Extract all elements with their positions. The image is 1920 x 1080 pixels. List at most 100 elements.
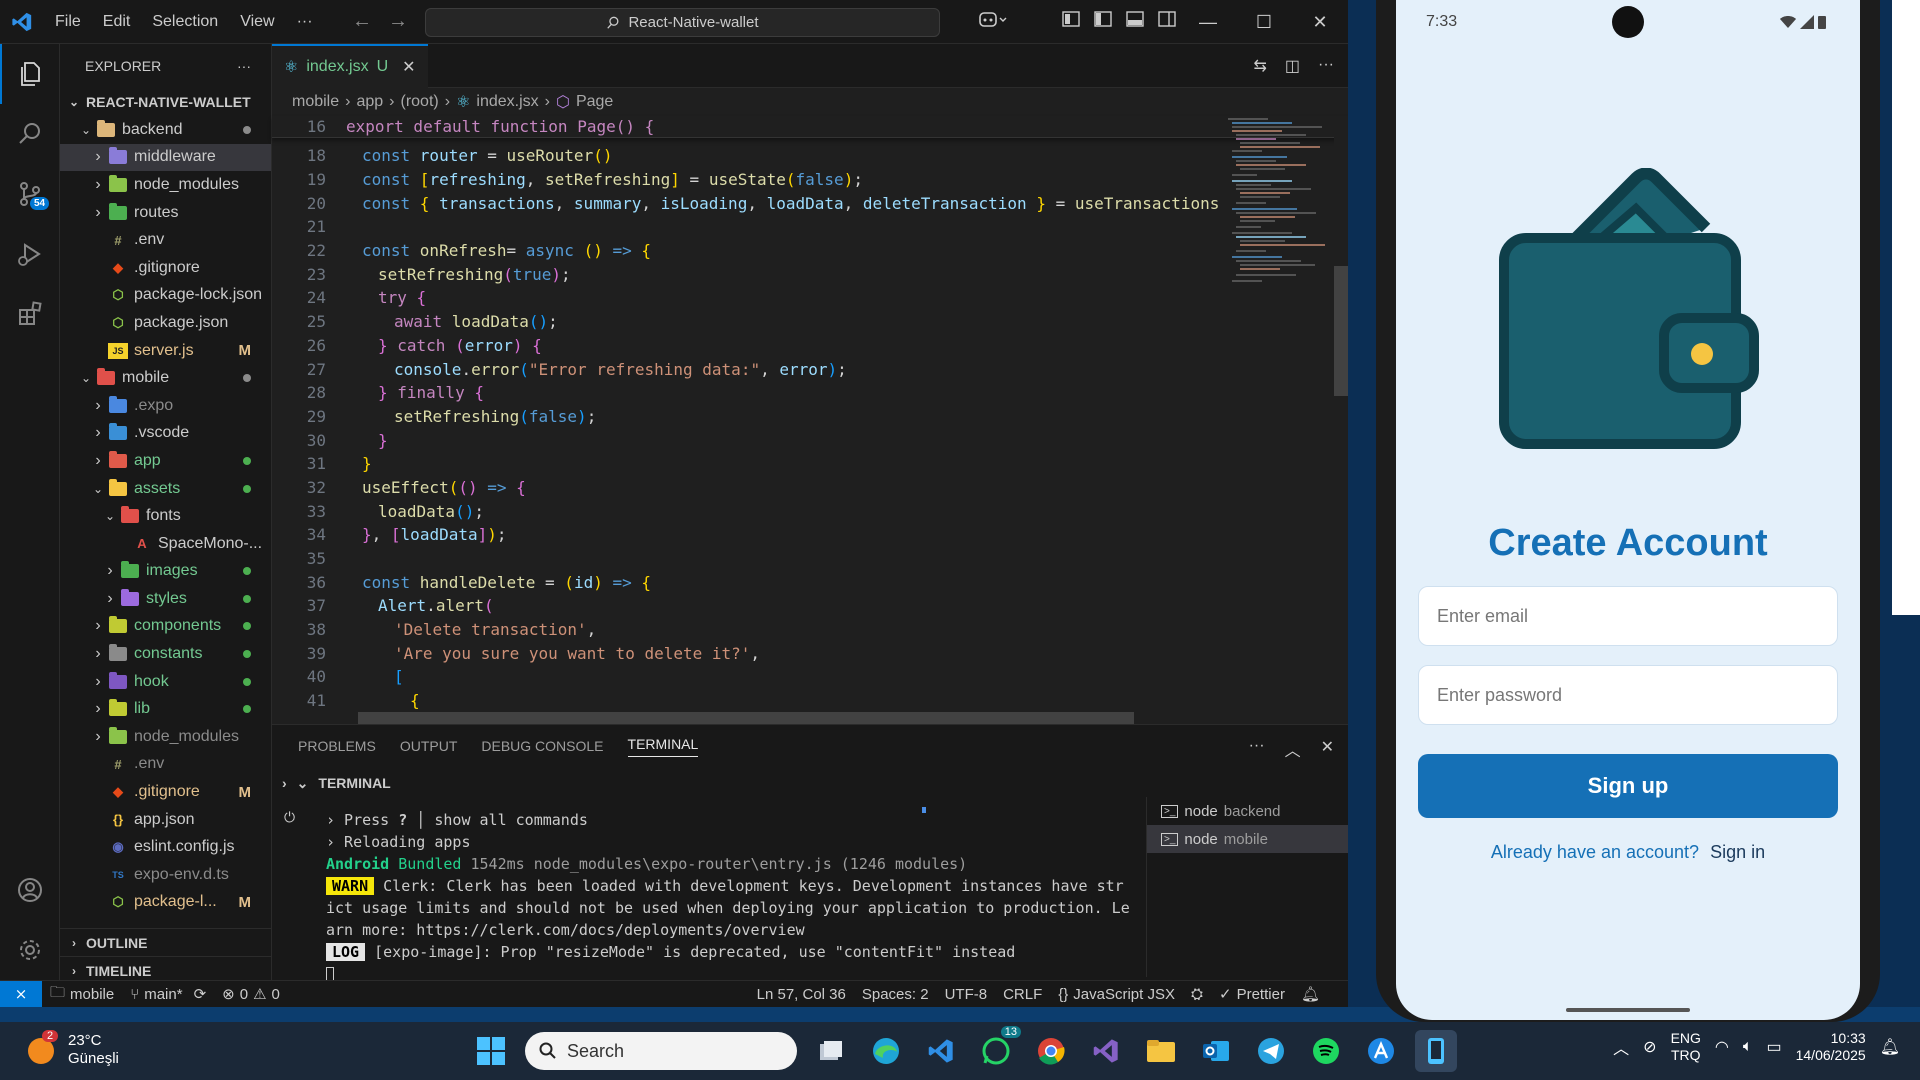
code-line[interactable]: 30}: [272, 428, 1348, 452]
tab-index-jsx[interactable]: ⚛ index.jsx U ✕: [272, 44, 428, 88]
sign-up-button[interactable]: Sign up: [1418, 754, 1838, 818]
tree-item[interactable]: › node_modules: [60, 723, 271, 751]
copilot-icon[interactable]: [978, 10, 1008, 30]
code-editor[interactable]: 16 export default function Page() { 18 co…: [272, 116, 1348, 713]
app-store-icon[interactable]: [1360, 1030, 1402, 1072]
tree-item[interactable]: › components: [60, 613, 271, 641]
menu-file[interactable]: File: [44, 13, 92, 31]
terminal-instance-backend[interactable]: >_ node backend: [1147, 797, 1348, 825]
tab-terminal[interactable]: TERMINAL: [627, 736, 699, 757]
tree-item[interactable]: ⌄ backend: [60, 116, 271, 144]
code-line[interactable]: 21: [272, 215, 1348, 239]
code-line[interactable]: 31}: [272, 452, 1348, 476]
taskbar-search[interactable]: Search: [525, 1032, 797, 1070]
breadcrumb-item[interactable]: index.jsx: [476, 93, 538, 111]
status-encoding[interactable]: UTF-8: [937, 986, 996, 1003]
spotify-icon[interactable]: [1305, 1030, 1347, 1072]
tree-item[interactable]: ⬡ package-lock.json: [60, 282, 271, 310]
breadcrumb-item[interactable]: mobile: [292, 93, 339, 111]
tree-item[interactable]: JS server.js M: [60, 337, 271, 365]
maximize-icon[interactable]: ☐: [1236, 0, 1292, 44]
terminal-section-header[interactable]: › ⌄ TERMINAL: [272, 767, 1348, 799]
tree-item[interactable]: # .env: [60, 751, 271, 779]
close-icon[interactable]: ✕: [1292, 0, 1348, 44]
layout-customize-icon[interactable]: [1062, 10, 1080, 28]
minimap[interactable]: [1224, 116, 1334, 326]
settings-gear-icon[interactable]: [0, 920, 60, 980]
code-line[interactable]: 20 const { transactions, summary, isLoadi…: [272, 191, 1348, 215]
explorer-icon[interactable]: [0, 44, 60, 104]
more-actions-icon[interactable]: ···: [1249, 737, 1265, 761]
maximize-panel-icon[interactable]: ︿: [1285, 737, 1301, 761]
tree-item[interactable]: › images: [60, 558, 271, 586]
breadcrumb-item[interactable]: (root): [401, 93, 439, 111]
forward-arrow-icon[interactable]: →: [388, 10, 408, 33]
remote-indicator-icon[interactable]: ⨯: [0, 980, 42, 1007]
code-line[interactable]: 19 const [refreshing, setRefreshing] = us…: [272, 168, 1348, 192]
bell-icon[interactable]: 🔔︎: [1293, 985, 1328, 1003]
code-line[interactable]: 24 try {: [272, 286, 1348, 310]
visual-studio-icon[interactable]: [1085, 1030, 1127, 1072]
tab-debug-console[interactable]: DEBUG CONSOLE: [481, 738, 603, 754]
status-folder[interactable]: 🗀 mobile: [42, 982, 122, 1007]
tree-item[interactable]: › .vscode: [60, 420, 271, 448]
command-center[interactable]: React-Native-wallet: [425, 8, 940, 37]
minimize-icon[interactable]: —: [1180, 0, 1236, 44]
tree-item[interactable]: › .expo: [60, 392, 271, 420]
split-editor-icon[interactable]: ◫: [1285, 56, 1300, 76]
language-indicator[interactable]: ENG TRQ: [1671, 1030, 1701, 1064]
menu-edit[interactable]: Edit: [92, 13, 142, 31]
tree-item[interactable]: › middleware: [60, 143, 271, 172]
vertical-scrollbar[interactable]: [1334, 116, 1348, 724]
code-line[interactable]: 29 setRefreshing(false);: [272, 405, 1348, 429]
code-line[interactable]: 36 const handleDelete = (id) => {: [272, 570, 1348, 594]
status-eol[interactable]: CRLF: [995, 986, 1050, 1003]
sticky-scroll-line[interactable]: 16 export default function Page() {: [272, 116, 1348, 138]
email-field[interactable]: Enter email: [1418, 586, 1838, 646]
code-line[interactable]: 22 const onRefresh= async () => {: [272, 239, 1348, 263]
clock[interactable]: 10:33 14/06/2025: [1796, 1030, 1866, 1064]
status-formatter[interactable]: ✓ Prettier: [1211, 985, 1293, 1004]
tree-item[interactable]: ◉ eslint.config.js: [60, 833, 271, 861]
toggle-panel-icon[interactable]: [1126, 10, 1144, 28]
close-panel-icon[interactable]: ✕: [1321, 737, 1334, 761]
chrome-icon[interactable]: [1030, 1030, 1072, 1072]
tree-item[interactable]: A SpaceMono-...: [60, 530, 271, 558]
code-line[interactable]: 38 'Delete transaction',: [272, 618, 1348, 642]
password-field[interactable]: Enter password: [1418, 665, 1838, 725]
tree-item[interactable]: › app: [60, 447, 271, 475]
search-icon[interactable]: [0, 104, 60, 164]
edge-browser-icon[interactable]: [865, 1030, 907, 1072]
code-line[interactable]: 25 await loadData();: [272, 310, 1348, 334]
explorer-more-icon[interactable]: ···: [237, 58, 251, 74]
tree-item[interactable]: {} app.json: [60, 806, 271, 834]
code-line[interactable]: 27 console.error("Error refreshing data:"…: [272, 357, 1348, 381]
emulator-icon[interactable]: [1415, 1030, 1457, 1072]
outlook-icon[interactable]: [1195, 1030, 1237, 1072]
code-line[interactable]: 18 const router = useRouter(): [272, 144, 1348, 168]
tree-item[interactable]: › styles: [60, 585, 271, 613]
run-debug-icon[interactable]: [0, 224, 60, 284]
terminal-instance-mobile[interactable]: >_ node mobile: [1147, 825, 1348, 853]
menu-more[interactable]: ···: [286, 13, 324, 31]
vscode-taskbar-icon[interactable]: [920, 1030, 962, 1072]
home-gesture-bar[interactable]: [1566, 1008, 1690, 1012]
code-line[interactable]: 23 setRefreshing(true);: [272, 262, 1348, 286]
tree-item[interactable]: › node_modules: [60, 171, 271, 199]
tree-item[interactable]: ⌄ assets: [60, 475, 271, 503]
tree-item[interactable]: ⌄ mobile: [60, 364, 271, 392]
tree-item[interactable]: ⬡ package-l... M: [60, 889, 271, 917]
code-line[interactable]: 39 'Are you sure you want to delete it?',: [272, 641, 1348, 665]
toggle-secondary-sidebar-icon[interactable]: [1158, 10, 1176, 28]
tray-expand-icon[interactable]: ︿: [1613, 1035, 1629, 1059]
task-view-icon[interactable]: [810, 1030, 852, 1072]
whatsapp-icon[interactable]: 13: [975, 1026, 1021, 1072]
tree-item[interactable]: ⬡ package.json: [60, 309, 271, 337]
status-position[interactable]: Ln 57, Col 36: [749, 986, 854, 1003]
source-control-icon[interactable]: 54: [0, 164, 60, 224]
scrollbar-thumb[interactable]: [1334, 266, 1348, 396]
code-line[interactable]: 37 Alert.alert(: [272, 594, 1348, 618]
menu-selection[interactable]: Selection: [141, 13, 229, 31]
code-line[interactable]: 40 [: [272, 665, 1348, 689]
status-language[interactable]: {} JavaScript JSX: [1050, 986, 1183, 1003]
